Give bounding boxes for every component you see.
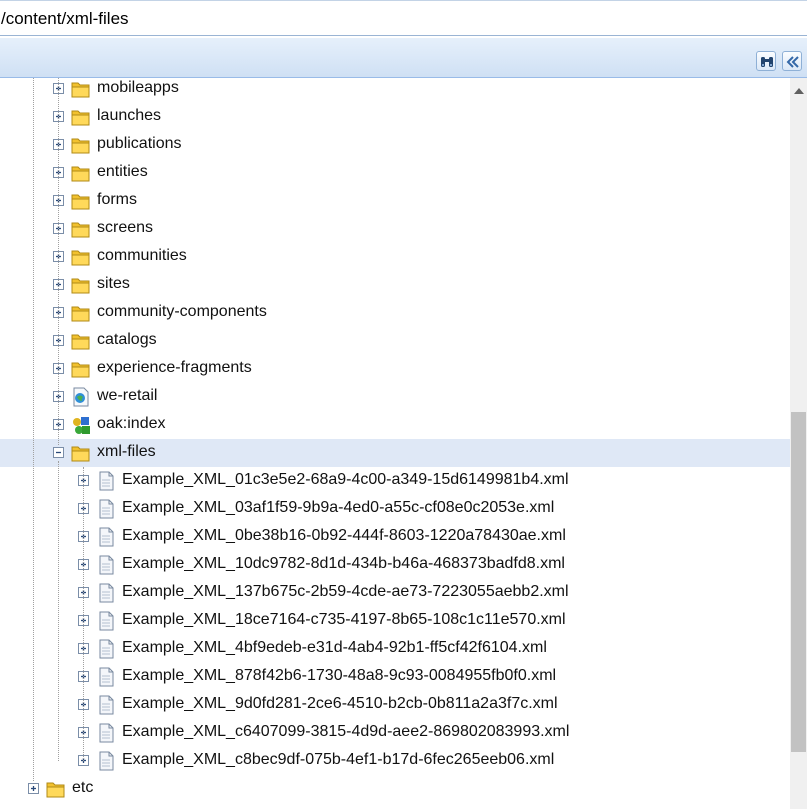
tree-node-label: publications <box>97 135 182 152</box>
folder-icon <box>71 222 90 238</box>
search-button[interactable] <box>756 51 776 71</box>
tree-connector-line <box>33 78 34 781</box>
tree-scrollbar[interactable] <box>790 78 807 809</box>
folder-icon <box>71 446 90 462</box>
tree-node-label: communities <box>97 247 187 264</box>
tree-node-label: Example_XML_878f42b6-1730-48a8-9c93-0084… <box>122 667 557 684</box>
site-page-icon <box>73 387 89 407</box>
tree-node-label: mobileapps <box>97 79 179 96</box>
tree-connector-line <box>58 78 59 445</box>
tree-node-label: sites <box>97 275 130 292</box>
file-icon <box>99 527 114 547</box>
folder-icon <box>71 194 90 210</box>
tree-toolbar <box>0 38 807 78</box>
folder-icon <box>71 362 90 378</box>
tree-node-etc[interactable]: etc <box>0 775 790 803</box>
collapse-toggle-icon[interactable] <box>52 446 65 459</box>
file-icon <box>99 555 114 575</box>
tree-node-xml-file[interactable]: Example_XML_c8bec9df-075b-4ef1-b17d-6fec… <box>0 747 790 775</box>
tree-node-launches[interactable]: launches <box>0 103 790 131</box>
tree-connector-line <box>58 461 59 761</box>
tree-node-label: community-components <box>97 303 267 320</box>
folder-icon <box>71 110 90 126</box>
tree-node-xml-file[interactable]: Example_XML_9d0fd281-2ce6-4510-b2cb-0b81… <box>0 691 790 719</box>
repository-tree: mobileapps launches publications entities fo… <box>0 78 790 809</box>
tree-node-experience-fragments[interactable]: experience-fragments <box>0 355 790 383</box>
tree-node-label: Example_XML_4bf9edeb-e31d-4ab4-92b1-ff5c… <box>122 639 547 656</box>
tree-node-label: Example_XML_10dc9782-8d1d-434b-b46a-4683… <box>122 555 565 572</box>
tree-node-oak-index[interactable]: oak:index <box>0 411 790 439</box>
tree-node-label: etc <box>72 779 94 796</box>
folder-icon <box>71 166 90 182</box>
tree-node-label: Example_XML_c8bec9df-075b-4ef1-b17d-6fec… <box>122 751 555 768</box>
path-bar[interactable]: /content/xml-files <box>0 0 807 36</box>
folder-icon <box>71 250 90 266</box>
folder-icon <box>46 782 65 798</box>
tree-node-mobileapps[interactable]: mobileapps <box>0 78 790 103</box>
double-chevron-left-icon <box>786 56 799 68</box>
tree-node-screens[interactable]: screens <box>0 215 790 243</box>
index-icon <box>73 417 90 434</box>
tree-node-label: oak:index <box>97 415 166 432</box>
collapse-panel-button[interactable] <box>782 51 802 71</box>
tree-node-label: entities <box>97 163 148 180</box>
tree-node-forms[interactable]: forms <box>0 187 790 215</box>
tree-node-community-components[interactable]: community-components <box>0 299 790 327</box>
folder-icon <box>71 138 90 154</box>
tree-node-xml-file[interactable]: Example_XML_03af1f59-9b9a-4ed0-a55c-cf08… <box>0 495 790 523</box>
scroll-thumb[interactable] <box>791 412 806 752</box>
tree-node-label: we-retail <box>97 387 158 404</box>
tree-node-label: Example_XML_0be38b16-0b92-444f-8603-1220… <box>122 527 566 544</box>
tree-node-xml-file[interactable]: Example_XML_878f42b6-1730-48a8-9c93-0084… <box>0 663 790 691</box>
tree-node-xml-file[interactable]: Example_XML_0be38b16-0b92-444f-8603-1220… <box>0 523 790 551</box>
tree-node-we-retail[interactable]: we-retail <box>0 383 790 411</box>
tree-node-xml-file[interactable]: Example_XML_c6407099-3815-4d9d-aee2-8698… <box>0 719 790 747</box>
file-icon <box>99 471 114 491</box>
tree-node-xml-file[interactable]: Example_XML_01c3e5e2-68a9-4c00-a349-15d6… <box>0 467 790 495</box>
folder-icon <box>71 278 90 294</box>
file-icon <box>99 695 114 715</box>
folder-icon <box>71 82 90 98</box>
tree-node-xml-file[interactable]: Example_XML_18ce7164-c735-4197-8b65-108c… <box>0 607 790 635</box>
tree-connector-line <box>83 467 84 761</box>
folder-icon <box>71 306 90 322</box>
tree-node-xml-file[interactable]: Example_XML_10dc9782-8d1d-434b-b46a-4683… <box>0 551 790 579</box>
tree-node-communities[interactable]: communities <box>0 243 790 271</box>
tree-node-label: launches <box>97 107 162 124</box>
tree-node-label: Example_XML_9d0fd281-2ce6-4510-b2cb-0b81… <box>122 695 558 712</box>
tree-node-label: screens <box>97 219 154 236</box>
tree-node-xml-file[interactable]: Example_XML_137b675c-2b59-4cde-ae73-7223… <box>0 579 790 607</box>
scroll-up-arrow-icon[interactable] <box>794 88 804 94</box>
tree-node-label: Example_XML_03af1f59-9b9a-4ed0-a55c-cf08… <box>122 499 555 516</box>
file-icon <box>99 583 114 603</box>
tree-node-xml-file[interactable]: Example_XML_4bf9edeb-e31d-4ab4-92b1-ff5c… <box>0 635 790 663</box>
tree-node-catalogs[interactable]: catalogs <box>0 327 790 355</box>
tree-node-label: Example_XML_137b675c-2b59-4cde-ae73-7223… <box>122 583 569 600</box>
path-input[interactable]: /content/xml-files <box>1 9 129 29</box>
tree-node-publications[interactable]: publications <box>0 131 790 159</box>
file-icon <box>99 639 114 659</box>
file-icon <box>99 667 114 687</box>
tree-node-label: Example_XML_01c3e5e2-68a9-4c00-a349-15d6… <box>122 471 569 488</box>
tree-node-label: catalogs <box>97 331 157 348</box>
tree-node-label: forms <box>97 191 137 208</box>
folder-icon <box>71 334 90 350</box>
tree-node-label: experience-fragments <box>97 359 252 376</box>
tree-node-partial[interactable] <box>0 803 790 809</box>
tree-node-label: Example_XML_18ce7164-c735-4197-8b65-108c… <box>122 611 566 628</box>
file-icon <box>99 751 114 771</box>
tree-node-entities[interactable]: entities <box>0 159 790 187</box>
expand-toggle-icon[interactable] <box>27 782 40 795</box>
tree-node-label: Example_XML_c6407099-3815-4d9d-aee2-8698… <box>122 723 570 740</box>
file-icon <box>99 611 114 631</box>
tree-node-xml-files[interactable]: xml-files <box>0 439 790 467</box>
tree-node-sites[interactable]: sites <box>0 271 790 299</box>
tree-node-label: xml-files <box>97 443 156 460</box>
file-icon <box>99 499 114 519</box>
file-icon <box>99 723 114 743</box>
binoculars-icon <box>761 57 773 67</box>
